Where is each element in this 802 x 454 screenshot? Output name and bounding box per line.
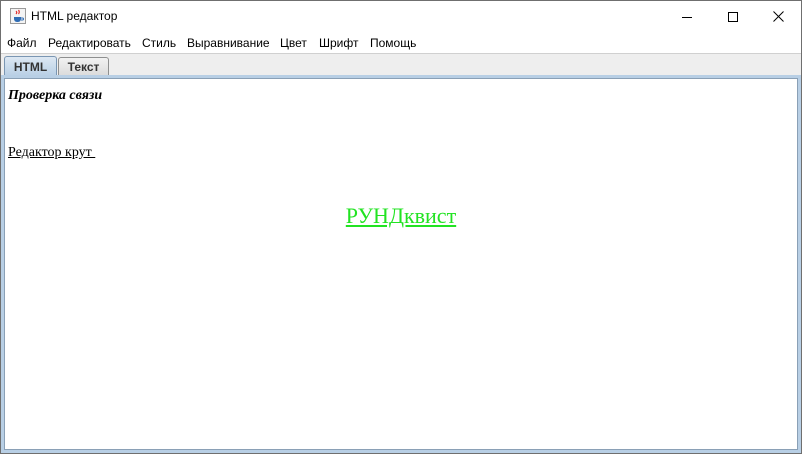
app-window: HTML редактор Файл Редактировать Стиль В… (0, 0, 802, 454)
close-button[interactable] (755, 1, 801, 32)
menu-help[interactable]: Помощь (370, 36, 416, 50)
editor-line-green-centered: РУНДквист (345, 203, 457, 228)
menu-color[interactable]: Цвет (280, 36, 307, 50)
menu-align[interactable]: Выравнивание (187, 36, 270, 50)
maximize-icon (728, 11, 738, 22)
editor-line-bold-italic: Проверка связи (8, 88, 103, 103)
tab-text[interactable]: Текст (58, 57, 109, 75)
title-bar[interactable]: HTML редактор (1, 1, 801, 32)
minimize-button[interactable] (664, 1, 710, 32)
html-editor-pane[interactable]: Проверка связи Редактор крут РУНДквист (4, 78, 798, 450)
menu-font[interactable]: Шрифт (319, 36, 358, 50)
editor-line-underlined: Редактор крут (8, 145, 96, 160)
close-icon (772, 11, 784, 22)
tab-strip: HTML Текст (1, 53, 801, 76)
java-cup-icon (10, 8, 26, 24)
maximize-button[interactable] (710, 1, 756, 32)
menu-edit[interactable]: Редактировать (48, 36, 131, 50)
menu-bar: Файл Редактировать Стиль Выравнивание Цв… (1, 32, 801, 53)
minimize-icon (682, 12, 692, 22)
menu-style[interactable]: Стиль (142, 36, 176, 50)
window-title: HTML редактор (31, 9, 118, 23)
menu-file[interactable]: Файл (7, 36, 37, 50)
tab-html[interactable]: HTML (4, 56, 57, 76)
tab-content-frame: Проверка связи Редактор крут РУНДквист (1, 75, 801, 453)
